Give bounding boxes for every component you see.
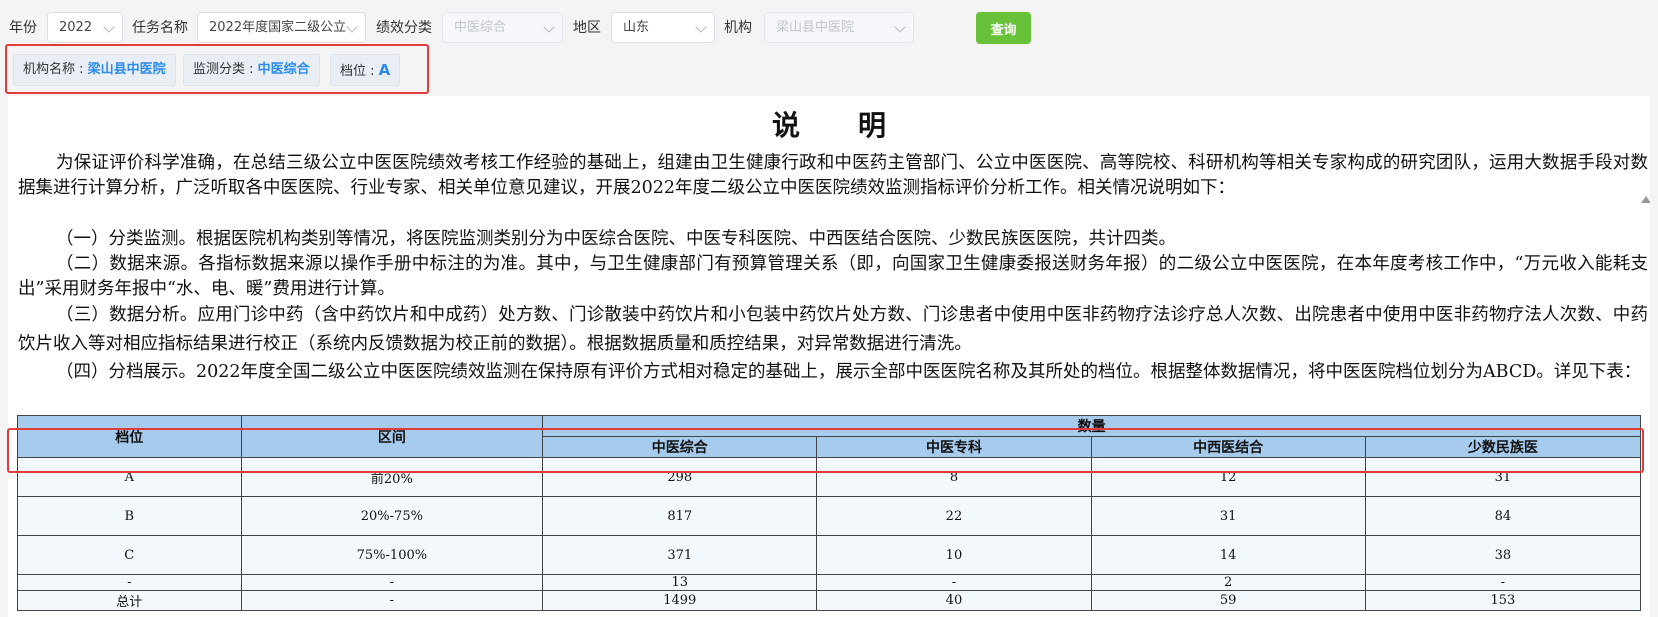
cell-value: 13 (542, 574, 818, 591)
region-select[interactable]: 山东 (611, 12, 715, 43)
org-name-tag: 机构名称 : 梁山县中医院 (13, 54, 176, 86)
header-tcm-general: 中医综合 (542, 436, 818, 458)
doc-title: 说明 (771, 109, 944, 142)
cell-value: 59 (1090, 590, 1366, 611)
grade-tag-value: A (378, 61, 391, 79)
monitor-tag-value: 中医综合 (257, 62, 310, 77)
cell-value: 31 (1090, 496, 1366, 536)
perf-label: 绩效分类 (376, 20, 432, 36)
cell-value: 22 (816, 496, 1092, 536)
table-row: C 75%-100% 371 10 14 38 (17, 535, 1642, 575)
monitor-tag: 监测分类 : 中医综合 (183, 54, 320, 86)
cell-grade: A (17, 457, 242, 497)
year-select[interactable]: 2022 (47, 12, 123, 43)
task-select[interactable]: 2022年度国家二级公立 (197, 12, 366, 43)
cell-grade: C (17, 535, 242, 575)
cell-value: 38 (1364, 535, 1642, 575)
cell-value: - (816, 574, 1092, 591)
org-name-tag-value: 梁山县中医院 (87, 62, 166, 77)
document-panel[interactable]: 说明 为保证评价科学准确，在总结三级公立中医医院绩效考核工作经验的基础上，组建由… (8, 96, 1650, 617)
paragraph-analysis: （三）数据分析。应用门诊中药（含中药饮片和中成药）处方数、门诊散装中药饮片和小包… (18, 305, 1648, 354)
org-label: 机构 (724, 20, 752, 36)
grade-tag: 档位 : A (330, 54, 401, 86)
grade-tag-label: 档位 : (340, 64, 379, 79)
monitor-tag-label: 监测分类 : (193, 62, 258, 77)
cell-value: 1499 (542, 590, 818, 611)
cell-value: 40 (816, 590, 1092, 611)
table-row: A 前20% 298 8 12 31 (17, 457, 1642, 497)
cell-value: 371 (542, 535, 818, 575)
cell-grade: B (17, 496, 242, 536)
cell-grade: - (17, 574, 242, 591)
grade-table: 档位 区间 数量 中医综合 中医专科 中西医结合 少数民族医 A 前20% 29… (17, 415, 1642, 611)
filter-bar: 年份 2022 任务名称 2022年度国家二级公立 绩效分类 中医综合 地区 山… (0, 0, 1658, 96)
header-count: 数量 (542, 415, 1641, 437)
paragraph-data-source: （二）数据来源。各指标数据来源以操作手册中标注的为准。其中，与卫生健康部门有预算… (18, 254, 1648, 299)
cell-range: 前20% (240, 457, 544, 497)
header-integrated: 中西医结合 (1090, 436, 1366, 458)
header-grade: 档位 (17, 415, 242, 458)
table-row: B 20%-75% 817 22 31 84 (17, 496, 1642, 536)
year-label: 年份 (9, 20, 37, 36)
cell-range: 20%-75% (240, 496, 544, 536)
org-value: 梁山县中医院 (776, 20, 855, 35)
cell-value: 14 (1090, 535, 1366, 575)
cell-value: 10 (816, 535, 1092, 575)
query-button[interactable]: 查询 (976, 12, 1031, 44)
cell-value: 2 (1090, 574, 1366, 591)
paragraph-grading: （四）分档展示。2022年度全国二级公立中医医院绩效监测在保持原有评价方式相对稳… (56, 362, 1642, 382)
scroll-up-arrow[interactable] (1641, 196, 1650, 203)
header-tcm-specialty: 中医专科 (816, 436, 1092, 458)
header-range: 区间 (240, 415, 544, 458)
cell-grade: 总计 (17, 590, 242, 611)
cell-range: - (240, 574, 544, 591)
cell-value: 817 (542, 496, 818, 536)
cell-range: 75%-100% (240, 535, 544, 575)
cell-value: 298 (542, 457, 818, 497)
cell-value: - (1364, 574, 1642, 591)
org-name-tag-label: 机构名称 : (23, 62, 88, 77)
table-row-total: 总计 - 1499 40 59 153 (17, 590, 1642, 611)
cell-value: 31 (1364, 457, 1642, 497)
cell-value: 84 (1364, 496, 1642, 536)
task-value: 2022年度国家二级公立 (209, 20, 347, 35)
task-label: 任务名称 (132, 20, 188, 36)
region-label: 地区 (573, 20, 601, 36)
perf-select[interactable]: 中医综合 (442, 12, 563, 43)
cell-value: 8 (816, 457, 1092, 497)
cell-value: 12 (1090, 457, 1366, 497)
cell-range: - (240, 590, 544, 611)
header-ethnic: 少数民族医 (1364, 436, 1642, 458)
paragraph-classification: （一）分类监测。根据医院机构类别等情况，将医院监测类别分为中医综合医院、中医专科… (56, 229, 1176, 249)
org-select[interactable]: 梁山县中医院 (764, 12, 914, 43)
cell-value: 153 (1364, 590, 1642, 611)
intro-paragraph: 为保证评价科学准确，在总结三级公立中医医院绩效考核工作经验的基础上，组建由卫生健… (18, 153, 1648, 198)
table-row: - - 13 - 2 - (17, 574, 1642, 591)
